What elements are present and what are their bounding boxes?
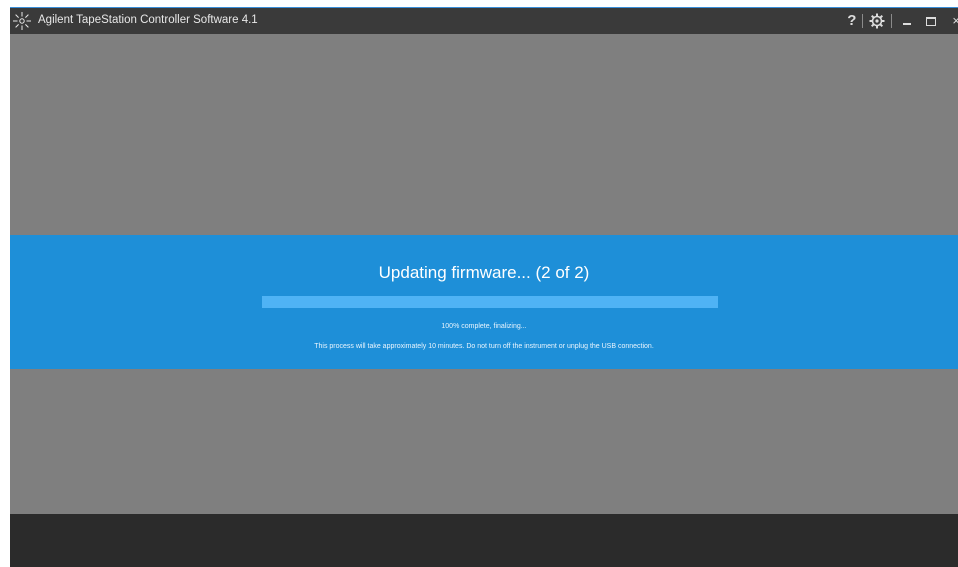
title-bar-divider — [862, 14, 864, 28]
firmware-update-banner: Updating firmware... (2 of 2) 100% compl… — [10, 235, 958, 369]
progress-bar-fill — [262, 296, 718, 308]
app-window: Agilent TapeStation Controller Software … — [10, 7, 958, 567]
progress-status-text: 100% complete, finalizing... — [441, 323, 527, 330]
progress-bar — [262, 296, 718, 308]
help-icon[interactable]: ? — [847, 8, 856, 34]
update-title: Updating firmware... (2 of 2) — [378, 263, 590, 282]
title-bar-divider — [891, 14, 893, 28]
close-icon[interactable]: × — [952, 8, 958, 34]
process-note-text: This process will take approximately 10 … — [314, 343, 654, 350]
title-bar[interactable]: Agilent TapeStation Controller Software … — [10, 8, 958, 34]
maximize-icon[interactable] — [926, 16, 937, 26]
minimize-icon[interactable] — [902, 8, 912, 34]
title-bar-controls: ? × — [847, 8, 958, 34]
app-logo-icon — [13, 12, 31, 30]
gear-icon[interactable] — [869, 13, 885, 29]
window-title: Agilent TapeStation Controller Software … — [38, 14, 258, 26]
bottom-bar — [10, 514, 958, 567]
